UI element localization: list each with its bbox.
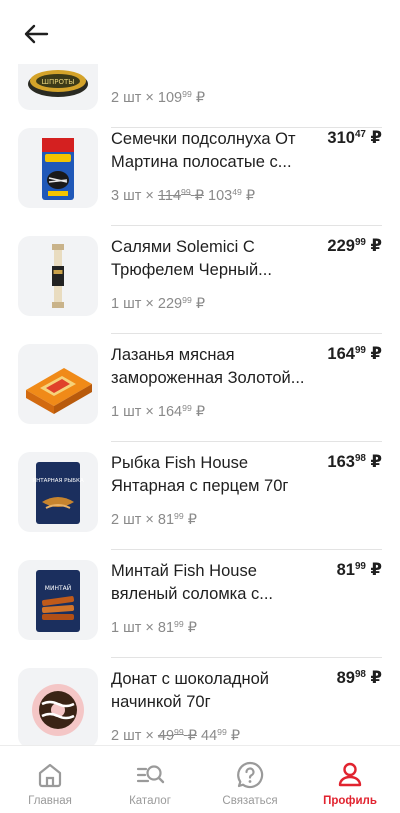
sprats-can-icon: ШПРОТЫ — [28, 70, 88, 97]
old-price: 4999 ₽ — [157, 726, 197, 744]
quantity-price: 1 шт × 22999 ₽ — [111, 294, 206, 312]
quantity-price: 1 шт × 8199 ₽ — [111, 618, 197, 636]
cart-item[interactable]: Салями Solemici С Трюфелем Черный... 229… — [0, 226, 400, 334]
product-image — [18, 236, 98, 316]
cart-item[interactable]: Семечки подсолнуха От Мартина полосатые … — [0, 118, 400, 226]
line-total: 8199 ₽ — [336, 561, 382, 579]
line-total: 16499 ₽ — [327, 345, 382, 363]
salami-stick-icon — [52, 244, 64, 308]
tab-label: Связаться — [222, 795, 278, 807]
product-image: МИНТАЙ — [18, 560, 98, 640]
cart-item[interactable]: ЯНТАРНАЯ РЫБКА Рыбка Fish House Янтарная… — [0, 442, 400, 550]
product-name: Минтай Fish House вяленый соломка с... — [111, 562, 274, 603]
arrow-left-icon — [24, 24, 49, 44]
tab-label: Главная — [28, 795, 72, 807]
fish-snack-pack-icon: ЯНТАРНАЯ РЫБКА — [32, 462, 84, 524]
profile-icon — [338, 762, 362, 787]
line-total: 8998 ₽ — [336, 669, 382, 687]
cart-item[interactable]: МИНТАЙ Минтай Fish House вяленый соломка… — [0, 550, 400, 658]
tab-label: Каталог — [129, 795, 171, 807]
quantity-price: 3 шт × 11499 ₽ 10349 ₽ — [111, 186, 256, 204]
svg-text:ЯНТАРНАЯ РЫБКА: ЯНТАРНАЯ РЫБКА — [32, 478, 84, 484]
product-image — [18, 344, 98, 424]
donut-icon — [32, 684, 84, 736]
product-image: ЯНТАРНАЯ РЫБКА — [18, 452, 98, 532]
tab-profile[interactable]: Профиль — [300, 746, 400, 813]
tab-contact[interactable]: Связаться — [200, 746, 300, 813]
product-name: Лазанья мясная замороженная Золотой... — [111, 346, 305, 387]
quantity-price: 1 шт × 16499 ₽ — [111, 402, 206, 420]
product-image: ШПРОТЫ — [18, 64, 98, 110]
old-price: 11499 ₽ — [157, 186, 204, 204]
lasagna-box-icon — [26, 368, 92, 414]
back-button[interactable] — [20, 18, 52, 50]
bottom-tab-bar: Главная Каталог Связаться Профиль — [0, 745, 400, 813]
product-image — [18, 668, 98, 745]
tab-catalog[interactable]: Каталог — [100, 746, 200, 813]
product-image — [18, 128, 98, 208]
pollock-pack-icon: МИНТАЙ — [36, 570, 80, 632]
cart-item[interactable]: Лазанья мясная замороженная Золотой... 1… — [0, 334, 400, 442]
cart-items-list: ШПРОТЫ 2 шт × 10999 ₽ Семечки подсолнуха… — [0, 64, 400, 745]
svg-text:МИНТАЙ: МИНТАЙ — [45, 585, 71, 592]
tab-label: Профиль — [323, 795, 377, 807]
line-total: 16398 ₽ — [327, 453, 382, 471]
question-bubble-icon — [237, 761, 264, 789]
product-name: Салями Solemici С Трюфелем Черный... — [111, 238, 272, 279]
svg-text:ШПРОТЫ: ШПРОТЫ — [42, 78, 75, 86]
tab-home[interactable]: Главная — [0, 746, 100, 813]
home-icon — [38, 763, 62, 788]
product-name: Донат с шоколадной начинкой 70г — [111, 670, 270, 711]
cart-item[interactable]: Донат с шоколадной начинкой 70г 8998 ₽ 2… — [0, 658, 400, 745]
line-total: 31047 ₽ — [327, 129, 382, 147]
product-name: Рыбка Fish House Янтарная с перцем 70г — [111, 454, 289, 495]
quantity-price: 2 шт × 8199 ₽ — [111, 510, 197, 528]
quantity-price: 2 шт × 10999 ₽ — [111, 88, 206, 106]
catalog-search-icon — [136, 765, 165, 784]
top-bar — [0, 0, 400, 64]
quantity-price: 2 шт × 4999 ₽ 4499 ₽ — [111, 726, 241, 744]
product-name: Семечки подсолнуха От Мартина полосатые … — [111, 130, 296, 171]
seeds-bag-icon — [42, 138, 74, 200]
line-total: 22999 ₽ — [327, 237, 382, 255]
